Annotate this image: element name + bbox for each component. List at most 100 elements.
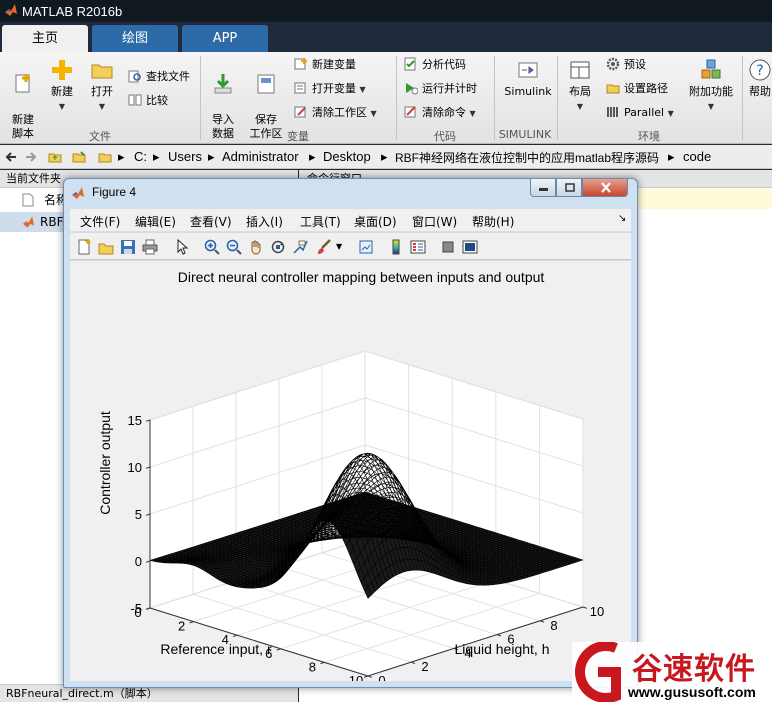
- menu-edit[interactable]: 编辑(E): [135, 213, 176, 230]
- insert-legend-icon[interactable]: [410, 239, 426, 255]
- set-path-button[interactable]: 设置路径: [606, 80, 668, 98]
- figure-title: Figure 4: [92, 185, 137, 199]
- find-files-button[interactable]: 查找文件: [128, 68, 190, 86]
- breadcrumb-users[interactable]: Users: [168, 149, 202, 164]
- new-figure-icon[interactable]: [76, 239, 92, 255]
- parallel-button[interactable]: Parallel ▼: [606, 104, 674, 122]
- preferences-button[interactable]: 预设: [606, 56, 646, 74]
- menu-tools[interactable]: 工具(T): [300, 213, 341, 230]
- up-folder-icon[interactable]: [48, 150, 62, 164]
- maximize-icon: [565, 183, 575, 192]
- open-variable-icon: [294, 82, 306, 94]
- zoom-in-icon[interactable]: [204, 239, 220, 255]
- hide-plot-tools-icon[interactable]: [440, 239, 456, 255]
- menu-window[interactable]: 窗口(W): [412, 213, 457, 230]
- save-workspace-icon: [257, 74, 275, 94]
- app-title-bar: MATLAB R2016b: [0, 0, 772, 22]
- close-button[interactable]: [582, 179, 628, 197]
- close-icon: [601, 182, 611, 193]
- breadcrumb-separator: ▸: [668, 149, 675, 164]
- figure-canvas[interactable]: Direct neural controller mapping between…: [70, 261, 631, 681]
- menu-view[interactable]: 查看(V): [190, 213, 232, 230]
- breadcrumb-drive[interactable]: C:: [134, 149, 147, 164]
- ribbon: 新建 脚本 新建 ▼ 打开 ▼ 查找文件 比较 文件 导入 数据 保存 工作区 新建…: [0, 52, 772, 144]
- y-tick-label: 8: [550, 618, 557, 633]
- layout-button[interactable]: 布局 ▼: [562, 58, 598, 114]
- menu-desktop[interactable]: 桌面(D): [354, 213, 397, 230]
- maximize-button[interactable]: [556, 179, 582, 197]
- simulink-button[interactable]: Simulink: [500, 58, 556, 99]
- brush-icon[interactable]: [316, 239, 332, 255]
- tab-apps[interactable]: APP: [182, 25, 268, 52]
- new-button[interactable]: 新建 ▼: [46, 58, 78, 114]
- run-and-time-icon: [406, 83, 418, 95]
- watermark-logo: 谷速软件 www.gususoft.com: [572, 641, 772, 702]
- figure-title-bar[interactable]: Figure 4: [64, 179, 637, 207]
- pan-hand-icon[interactable]: [248, 239, 264, 255]
- z-tick-label: 0: [135, 554, 142, 569]
- zoom-out-icon[interactable]: [226, 239, 242, 255]
- help-button[interactable]: ? 帮助: [748, 58, 772, 99]
- breadcrumb-administrator[interactable]: Administrator: [222, 149, 299, 164]
- menu-help[interactable]: 帮助(H): [472, 213, 514, 230]
- menu-file[interactable]: 文件(F): [80, 213, 120, 230]
- help-icon: ?: [749, 59, 771, 81]
- analyze-code-icon: [404, 57, 416, 71]
- compare-icon: [128, 94, 142, 106]
- breadcrumb-desktop[interactable]: Desktop: [323, 149, 371, 164]
- simulink-icon: [518, 62, 538, 78]
- link-plot-icon[interactable]: [358, 239, 374, 255]
- folder-open-icon: [91, 64, 113, 79]
- brush-dropdown-icon[interactable]: ▼: [336, 242, 342, 251]
- new-plus-icon: [52, 60, 72, 80]
- new-variable-icon: [294, 58, 307, 70]
- z-tick-label: 10: [128, 460, 142, 475]
- clear-commands-icon: [404, 106, 416, 118]
- open-variable-button[interactable]: 打开变量 ▼: [294, 80, 366, 98]
- tab-plots[interactable]: 绘图: [92, 25, 178, 52]
- figure-window[interactable]: Figure 4 文件(F) 编辑(E) 查看(V) 插入(I) 工具(T) 桌…: [63, 178, 638, 688]
- open-file-icon[interactable]: [98, 239, 114, 255]
- print-icon[interactable]: [142, 239, 158, 255]
- minimize-button[interactable]: [530, 179, 556, 197]
- compare-button[interactable]: 比较: [128, 92, 168, 110]
- x-axis-label: Reference input, r: [160, 641, 272, 657]
- menu-insert[interactable]: 插入(I): [246, 213, 283, 230]
- add-ons-button[interactable]: 附加功能 ▼: [686, 58, 736, 114]
- clear-commands-button[interactable]: 清除命令 ▼: [404, 104, 476, 122]
- edit-plot-arrow-icon[interactable]: [174, 239, 190, 255]
- y-tick-label: 2: [421, 659, 428, 674]
- app-title: MATLAB R2016b: [22, 4, 123, 19]
- back-arrow-icon[interactable]: [4, 150, 18, 164]
- insert-colorbar-icon[interactable]: [388, 239, 404, 255]
- chart-title: Direct neural controller mapping between…: [178, 269, 545, 285]
- watermark-brand: 谷速软件: [632, 652, 756, 687]
- breadcrumb-separator: ▸: [309, 149, 316, 164]
- z-tick-label: 15: [128, 413, 142, 428]
- dock-arrow-icon[interactable]: ↘: [618, 213, 626, 224]
- forward-arrow-icon[interactable]: [24, 150, 38, 164]
- breadcrumb-code[interactable]: code: [683, 149, 711, 164]
- minimize-icon: [539, 188, 548, 191]
- surface-plot[interactable]: Direct neural controller mapping between…: [70, 261, 631, 681]
- clear-workspace-button[interactable]: 清除工作区 ▼: [294, 104, 377, 122]
- import-data-icon: [214, 74, 232, 94]
- matlab-logo-icon: [5, 4, 17, 16]
- open-button[interactable]: 打开 ▼: [86, 58, 118, 114]
- show-plot-tools-icon[interactable]: [462, 239, 478, 255]
- tab-home[interactable]: 主页: [2, 25, 88, 52]
- save-icon[interactable]: [120, 239, 136, 255]
- new-variable-button[interactable]: 新建变量: [294, 56, 356, 74]
- matlab-file-icon: [22, 216, 35, 228]
- browse-folder-icon[interactable]: [72, 150, 86, 164]
- rotate-3d-icon[interactable]: [270, 239, 286, 255]
- run-and-time-button[interactable]: 运行并计时: [404, 80, 477, 98]
- set-path-icon: [606, 84, 620, 94]
- figure-toolbar: ▼: [70, 232, 631, 260]
- y-tick-label: 10: [590, 604, 604, 619]
- data-cursor-icon[interactable]: [292, 239, 308, 255]
- breadcrumb-project[interactable]: RBF神经网络在液位控制中的应用matlab程序源码: [395, 149, 659, 166]
- breadcrumb-separator: ▸: [118, 149, 125, 164]
- new-script-icon: [15, 74, 30, 93]
- analyze-code-button[interactable]: 分析代码: [404, 56, 466, 74]
